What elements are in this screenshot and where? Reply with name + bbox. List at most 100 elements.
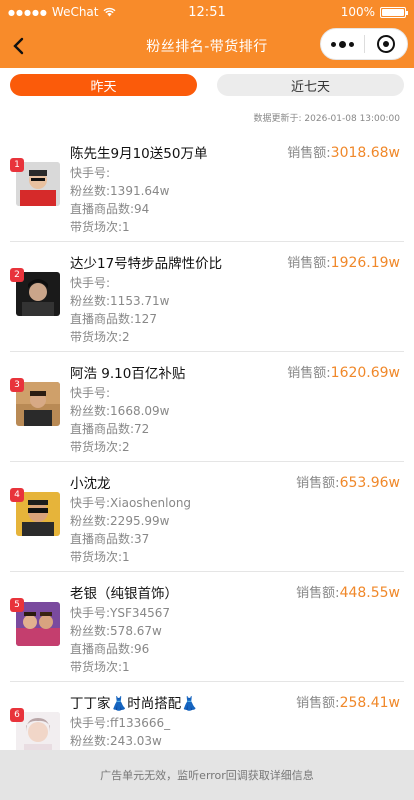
rank-badge: 6: [10, 708, 24, 722]
sessions-label: 带货场次:: [70, 440, 123, 454]
sales-amount: 销售额:653.96w: [296, 472, 400, 491]
sessions-label: 带货场次:: [70, 220, 123, 234]
wifi-icon: [103, 7, 115, 17]
status-bar: ●●●●● WeChat 12:51 100%: [0, 0, 414, 24]
kuaishou-id: YSF34567: [110, 606, 171, 620]
rank-badge: 3: [10, 378, 24, 392]
status-left: ●●●●● WeChat: [8, 5, 158, 19]
carrier-label: WeChat: [51, 5, 99, 19]
sessions-label: 带货场次:: [70, 330, 123, 344]
sessions-count: 1: [122, 550, 130, 564]
sales-amount: 销售额:448.55w: [296, 582, 400, 601]
streamer-stats: 快手号:Xiaoshenlong 粉丝数:2295.99w 直播商品数:37 带…: [70, 494, 191, 566]
goods-count: 72: [134, 422, 150, 436]
list-item[interactable]: 6 丁丁家👗时尚搭配👗 销售额:258.41w 快手号:ff133666_ 粉丝…: [10, 682, 404, 750]
sales-amount: 销售额:1926.19w: [287, 252, 400, 271]
ad-error-banner: 广告单元无效，监听error回调获取详细信息: [0, 750, 414, 800]
sales-amount: 销售额:3018.68w: [287, 142, 400, 161]
goods-label: 直播商品数:: [70, 642, 135, 656]
battery-percent: 100%: [340, 5, 375, 19]
more-dot-icon: [330, 41, 336, 47]
streamer-name: 阿浩 9.10百亿补贴: [70, 366, 186, 382]
goods-label: 直播商品数:: [70, 202, 135, 216]
list-item[interactable]: 1 陈先生9月10送50万单 销售额:3018.68w 快手号: 粉丝数:139…: [10, 132, 404, 242]
sales-label: 销售额:: [287, 146, 331, 161]
goods-label: 直播商品数:: [70, 532, 135, 546]
streamer-name: 丁丁家👗时尚搭配👗: [70, 696, 199, 712]
streamer-name: 老银（纯银首饰）: [70, 586, 178, 602]
kuaishou-id: ff133666_: [110, 716, 171, 730]
target-icon: [376, 35, 395, 53]
sales-value: 1620.69w: [330, 365, 400, 381]
status-right: 100%: [256, 5, 408, 19]
fans-count: 578.67w: [110, 624, 162, 638]
kuaishou-label: 快手号:: [70, 716, 111, 730]
sessions-label: 带货场次:: [70, 550, 123, 564]
rank-badge: 4: [10, 488, 24, 502]
fans-label: 粉丝数:: [70, 624, 111, 638]
update-timestamp: 数据更新于: 2026-01-08 13:00:00: [253, 114, 400, 124]
streamer-stats: 快手号:YSF34567 粉丝数:578.67w 直播商品数:96 带货场次:1: [70, 604, 170, 676]
rank-badge: 2: [10, 268, 24, 282]
fans-count: 2295.99w: [110, 514, 170, 528]
fans-count: 243.03w: [110, 734, 162, 748]
list-item[interactable]: 4 小沈龙 销售额:653.96w 快手号:Xiaoshenlong 粉丝数:2…: [10, 462, 404, 572]
fans-count: 1153.71w: [110, 294, 170, 308]
goods-count: 94: [134, 202, 150, 216]
mini-program-capsule: [320, 28, 408, 60]
rank-badge: 5: [10, 598, 24, 612]
kuaishou-label: 快手号:: [70, 166, 111, 180]
more-dot-icon: [348, 41, 354, 47]
kuaishou-label: 快手号:: [70, 606, 111, 620]
sales-label: 销售额:: [296, 476, 340, 491]
goods-count: 127: [134, 312, 157, 326]
more-dot-icon: [338, 40, 346, 48]
fans-label: 粉丝数:: [70, 734, 111, 748]
sales-value: 1926.19w: [330, 255, 400, 271]
sales-value: 258.41w: [339, 695, 400, 711]
fans-label: 粉丝数:: [70, 514, 111, 528]
more-button[interactable]: [321, 29, 364, 59]
fans-count: 1391.64w: [110, 184, 170, 198]
ranking-list: 1 陈先生9月10送50万单 销售额:3018.68w 快手号: 粉丝数:139…: [0, 132, 414, 750]
sessions-count: 1: [122, 220, 130, 234]
status-time: 12:51: [188, 4, 226, 20]
streamer-name: 陈先生9月10送50万单: [70, 146, 208, 162]
kuaishou-label: 快手号:: [70, 386, 111, 400]
sales-label: 销售额:: [296, 696, 340, 711]
signal-icon: ●●●●●: [8, 7, 48, 17]
streamer-stats: 快手号: 粉丝数:1668.09w 直播商品数:72 带货场次:2: [70, 384, 169, 456]
list-item[interactable]: 2 达少17号特步品牌性价比 销售额:1926.19w 快手号: 粉丝数:115…: [10, 242, 404, 352]
fans-count: 1668.09w: [110, 404, 170, 418]
streamer-name: 达少17号特步品牌性价比: [70, 256, 223, 272]
page-title: 粉丝排名-带货排行: [146, 39, 268, 55]
period-tabs: 昨天 近七天: [10, 74, 404, 96]
sales-label: 销售额:: [287, 256, 331, 271]
sessions-count: 2: [122, 330, 130, 344]
kuaishou-id: Xiaoshenlong: [110, 496, 192, 510]
goods-label: 直播商品数:: [70, 422, 135, 436]
battery-fill: [382, 8, 404, 16]
nav-bar: 粉丝排名-带货排行: [0, 24, 414, 68]
list-item[interactable]: 5 老银（纯银首饰） 销售额:448.55w 快手号:YSF34567 粉丝数:…: [10, 572, 404, 682]
kuaishou-label: 快手号:: [70, 496, 111, 510]
sales-amount: 销售额:1620.69w: [287, 362, 400, 381]
sessions-count: 1: [122, 660, 130, 674]
list-item[interactable]: 3 阿浩 9.10百亿补贴 销售额:1620.69w 快手号: 粉丝数:1668…: [10, 352, 404, 462]
back-button[interactable]: [8, 34, 32, 58]
goods-count: 96: [134, 642, 150, 656]
sales-value: 448.55w: [339, 585, 400, 601]
kuaishou-label: 快手号:: [70, 276, 111, 290]
tab-last-seven-days[interactable]: 近七天: [217, 74, 404, 96]
sales-label: 销售额:: [296, 586, 340, 601]
tab-yesterday[interactable]: 昨天: [10, 74, 197, 96]
fans-label: 粉丝数:: [70, 294, 111, 308]
close-mini-program-button[interactable]: [365, 29, 408, 59]
goods-label: 直播商品数:: [70, 312, 135, 326]
rank-badge: 1: [10, 158, 24, 172]
streamer-stats: 快手号: 粉丝数:1391.64w 直播商品数:94 带货场次:1: [70, 164, 169, 236]
sales-value: 3018.68w: [330, 145, 400, 161]
sales-amount: 销售额:258.41w: [296, 692, 400, 711]
streamer-name: 小沈龙: [70, 476, 111, 492]
chevron-left-icon: [13, 37, 24, 55]
